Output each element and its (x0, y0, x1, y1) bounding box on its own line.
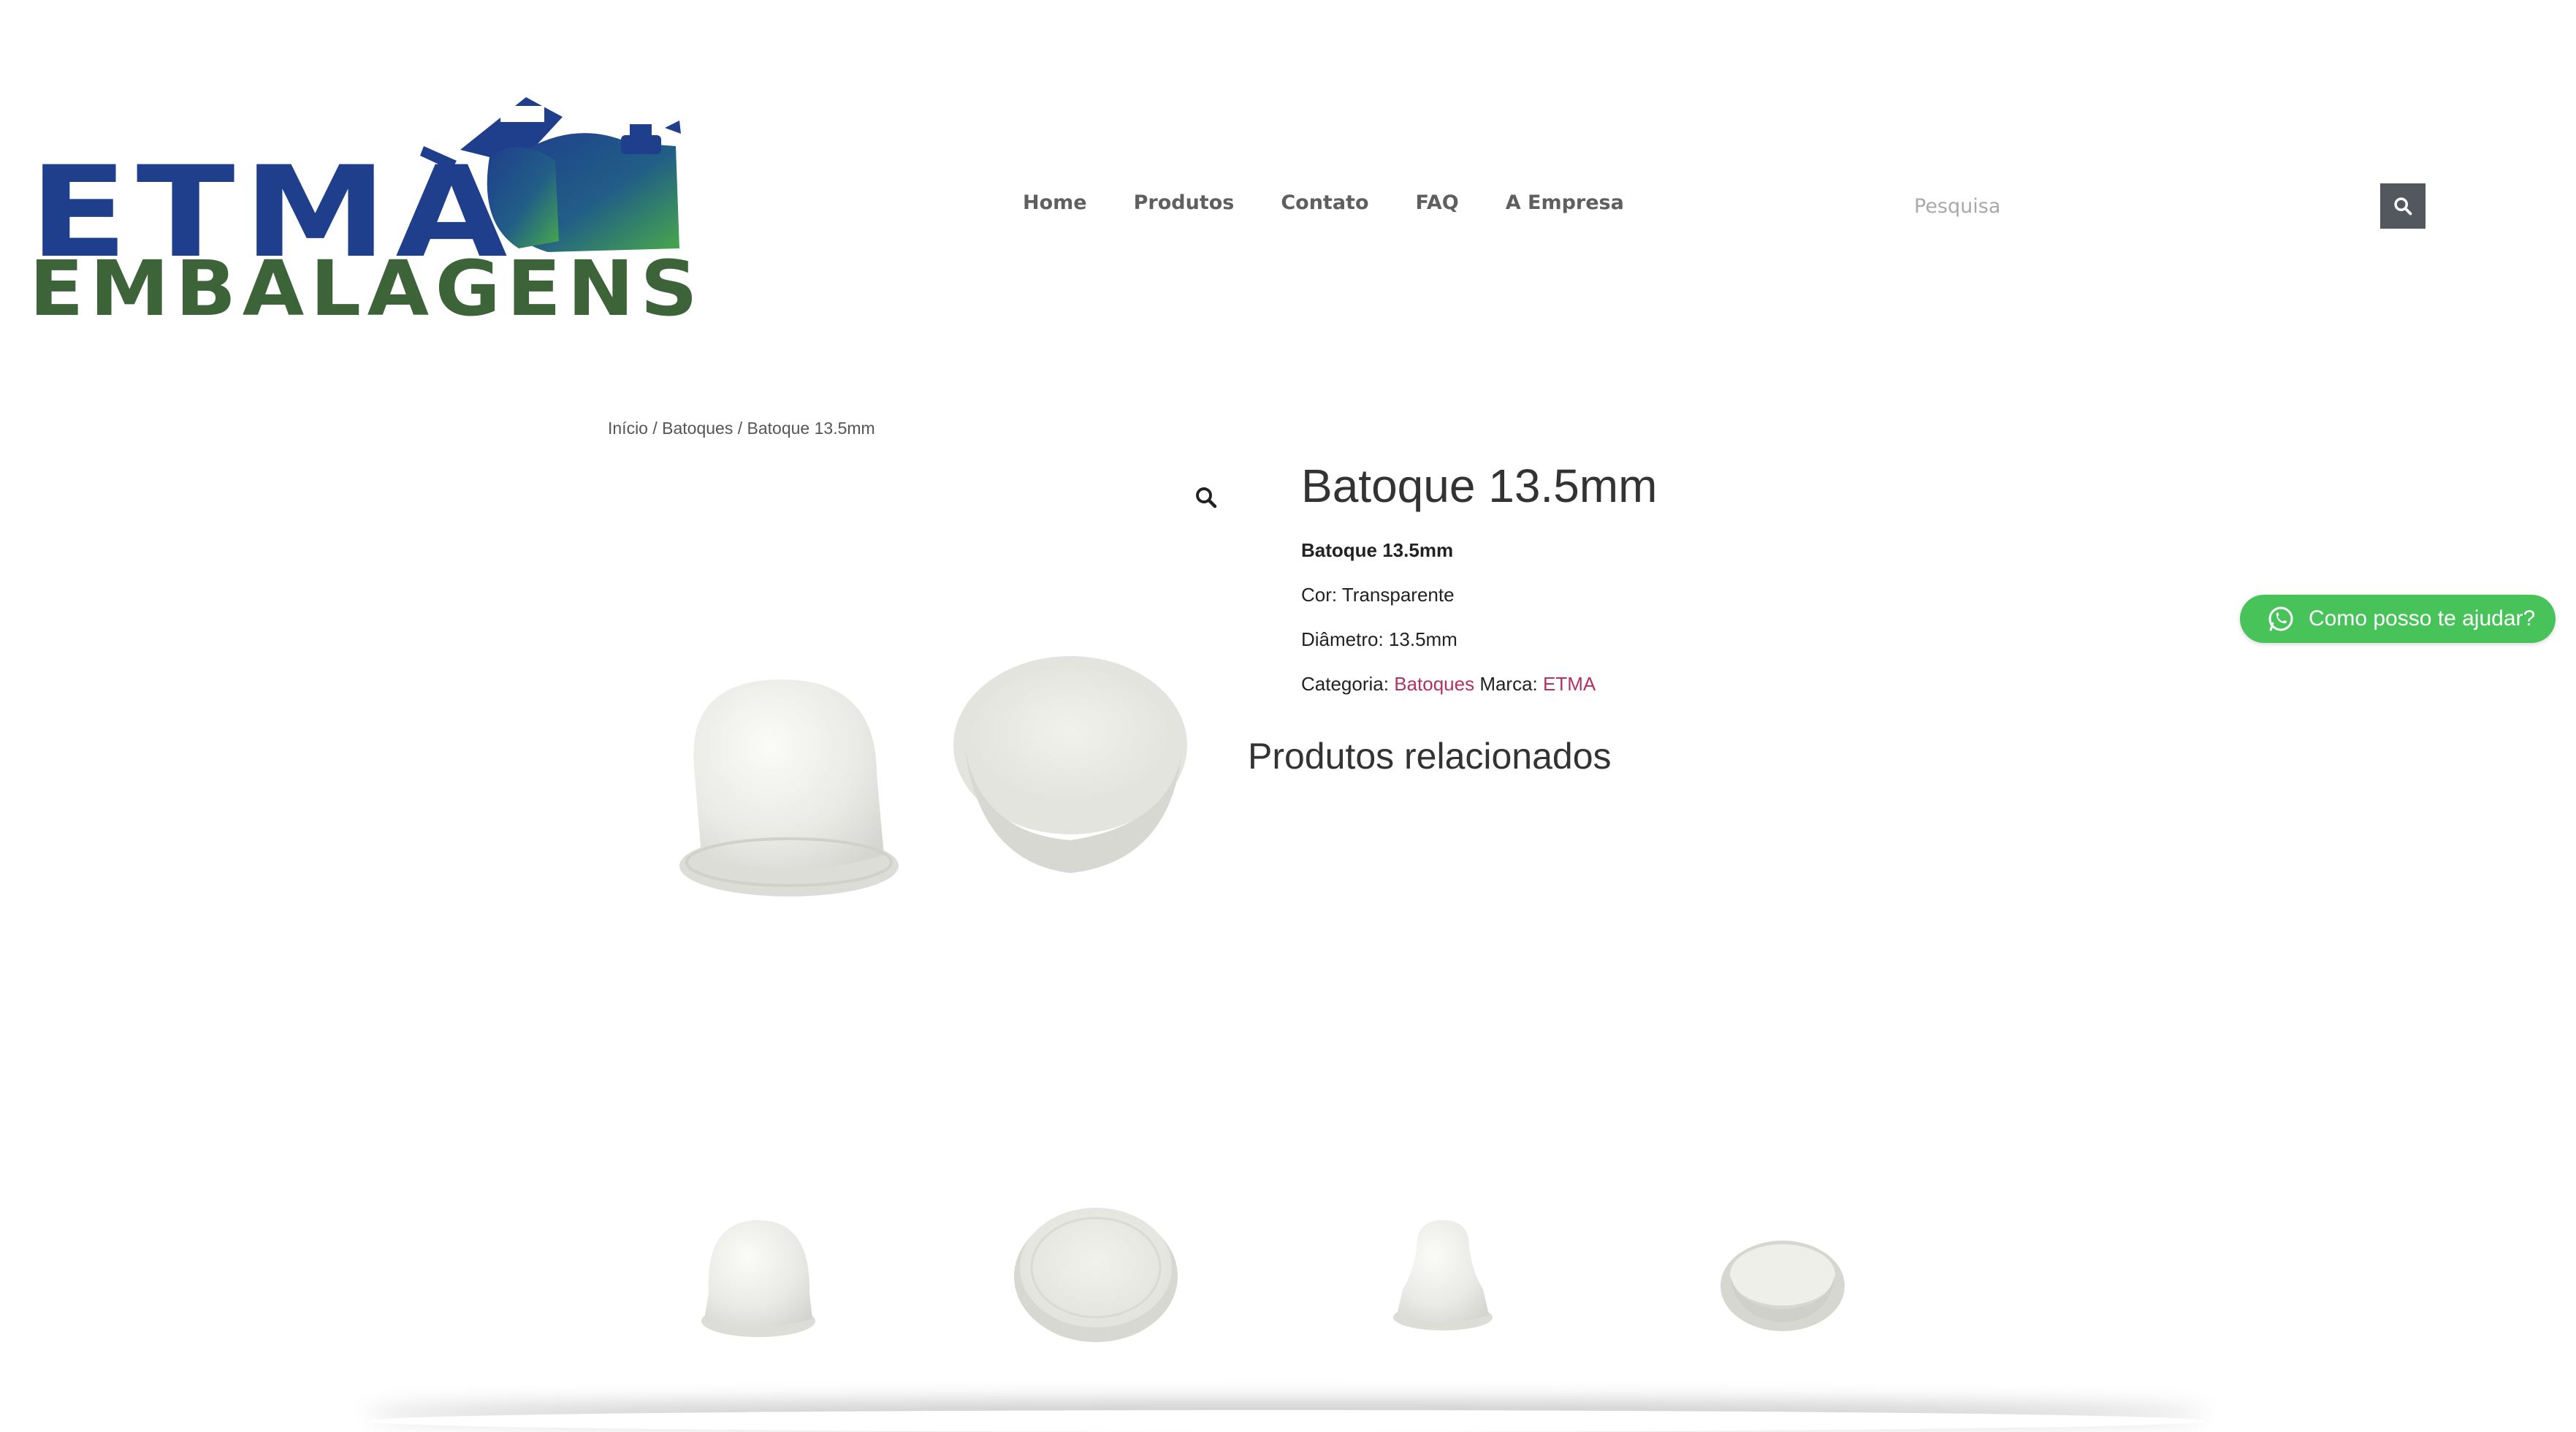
zoom-magnifier-icon[interactable] (1193, 484, 1219, 511)
breadcrumb-home[interactable]: Início (608, 419, 648, 438)
search-button[interactable] (2380, 183, 2426, 229)
breadcrumb-separator: / (733, 419, 747, 438)
nav-a-empresa[interactable]: A Empresa (1506, 191, 1624, 214)
brand-label: Marca: (1479, 673, 1538, 695)
footer-shadow (365, 1410, 2206, 1432)
search-input[interactable] (1899, 183, 2404, 229)
product-image[interactable] (658, 621, 1213, 913)
category-link[interactable]: Batoques (1394, 673, 1474, 695)
breadcrumb: Início / Batoques / Batoque 13.5mm (608, 419, 875, 438)
related-products-title: Produtos relacionados (1248, 736, 1612, 777)
whatsapp-label: Como posso te ajudar? (2309, 606, 2536, 631)
breadcrumb-category[interactable]: Batoques (662, 419, 733, 438)
related-product-thumb[interactable] (1388, 1216, 1498, 1333)
nav-contato[interactable]: Contato (1281, 191, 1368, 214)
product-title: Batoque 13.5mm (1301, 460, 1658, 512)
product-name: Batoque 13.5mm (1301, 539, 1454, 561)
product-diameter: Diâmetro: 13.5mm (1301, 628, 1457, 650)
related-product-thumb[interactable] (694, 1213, 826, 1341)
search-icon (2394, 197, 2412, 216)
related-product-thumb[interactable] (1012, 1195, 1180, 1344)
whatsapp-icon (2268, 606, 2293, 631)
nav-faq[interactable]: FAQ (1416, 191, 1459, 214)
related-product-thumb[interactable] (1717, 1227, 1848, 1333)
whatsapp-chat-button[interactable]: Como posso te ajudar? (2240, 595, 2556, 643)
jerrycan-logo-icon (420, 97, 681, 252)
site-logo[interactable]: ETMA EMBALAGENS (29, 91, 698, 329)
nav-produtos[interactable]: Produtos (1134, 191, 1235, 214)
brand-link[interactable]: ETMA (1543, 673, 1596, 695)
product-meta: Categoria: Batoques Marca: ETMA (1301, 673, 1596, 696)
nav-home[interactable]: Home (1023, 191, 1087, 214)
main-nav: Home Produtos Contato FAQ A Empresa (1023, 191, 1671, 214)
category-label: Categoria: (1301, 673, 1389, 695)
breadcrumb-separator: / (647, 419, 663, 438)
breadcrumb-current: Batoque 13.5mm (747, 419, 875, 438)
product-color: Cor: Transparente (1301, 584, 1455, 606)
